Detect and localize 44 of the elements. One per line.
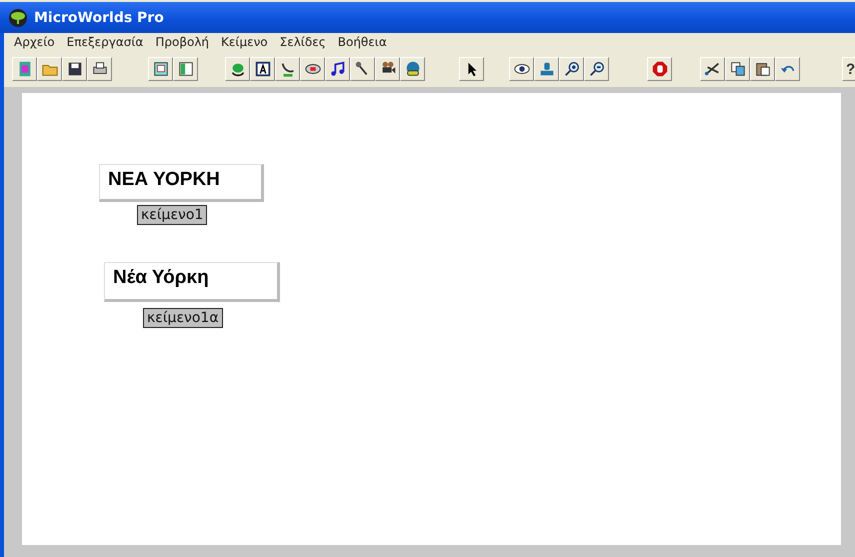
toolbar-button[interactable] [173, 57, 198, 81]
toolbar-button[interactable] [350, 57, 375, 81]
page-icon [152, 60, 170, 78]
text-box-name: κείμενο1 [137, 205, 208, 225]
tree-icon [8, 8, 28, 28]
toolbar-button[interactable] [400, 57, 425, 81]
menu-item[interactable]: Προβολή [155, 35, 210, 49]
toolbar-button[interactable] [459, 57, 484, 81]
toolbar-button[interactable] [325, 57, 350, 81]
stamp-icon [538, 60, 556, 78]
help-button[interactable]: ? [842, 57, 855, 81]
toolbar-button[interactable] [509, 57, 534, 81]
toolbar-button[interactable] [700, 57, 725, 81]
toolbar-button[interactable] [87, 57, 112, 81]
toolbar-button[interactable] [225, 57, 250, 81]
zoom-out-icon [588, 60, 606, 78]
text-box-name: κείμενο1α [143, 308, 223, 328]
toolbar-button[interactable] [275, 57, 300, 81]
toolbar-button[interactable] [559, 57, 584, 81]
text-box-icon [254, 60, 272, 78]
stop-hand-icon [650, 60, 668, 78]
menu-item[interactable]: Σελίδες [280, 35, 326, 49]
toolbar-button[interactable] [62, 57, 87, 81]
music-note-icon [328, 60, 346, 78]
window-title: MicroWorlds Pro [34, 10, 164, 26]
text-box[interactable]: ΝΕΑ ΥΟΡΚΗ [99, 164, 264, 202]
menu-item[interactable]: Αρχείο [14, 35, 55, 49]
text-box[interactable]: Νέα Υόρκη [104, 262, 280, 302]
toolbar-button[interactable] [250, 57, 275, 81]
toolbar-button[interactable] [750, 57, 775, 81]
toolbar-button[interactable] [300, 57, 325, 81]
zoom-in-icon [562, 60, 580, 78]
toolbar-button[interactable] [725, 57, 750, 81]
menu-item[interactable]: Βοήθεια [338, 35, 387, 49]
scissors-icon [704, 60, 722, 78]
paste-icon [754, 60, 772, 78]
toolbar-button[interactable] [148, 57, 173, 81]
toolbar-button[interactable] [375, 57, 400, 81]
helmet-icon [404, 60, 422, 78]
menu-item[interactable]: Κείμενο [221, 35, 268, 49]
toolbar-button[interactable] [584, 57, 609, 81]
copy-icon [728, 60, 746, 78]
menu-item[interactable]: Επεξεργασία [66, 35, 144, 49]
document-icon [176, 60, 194, 78]
